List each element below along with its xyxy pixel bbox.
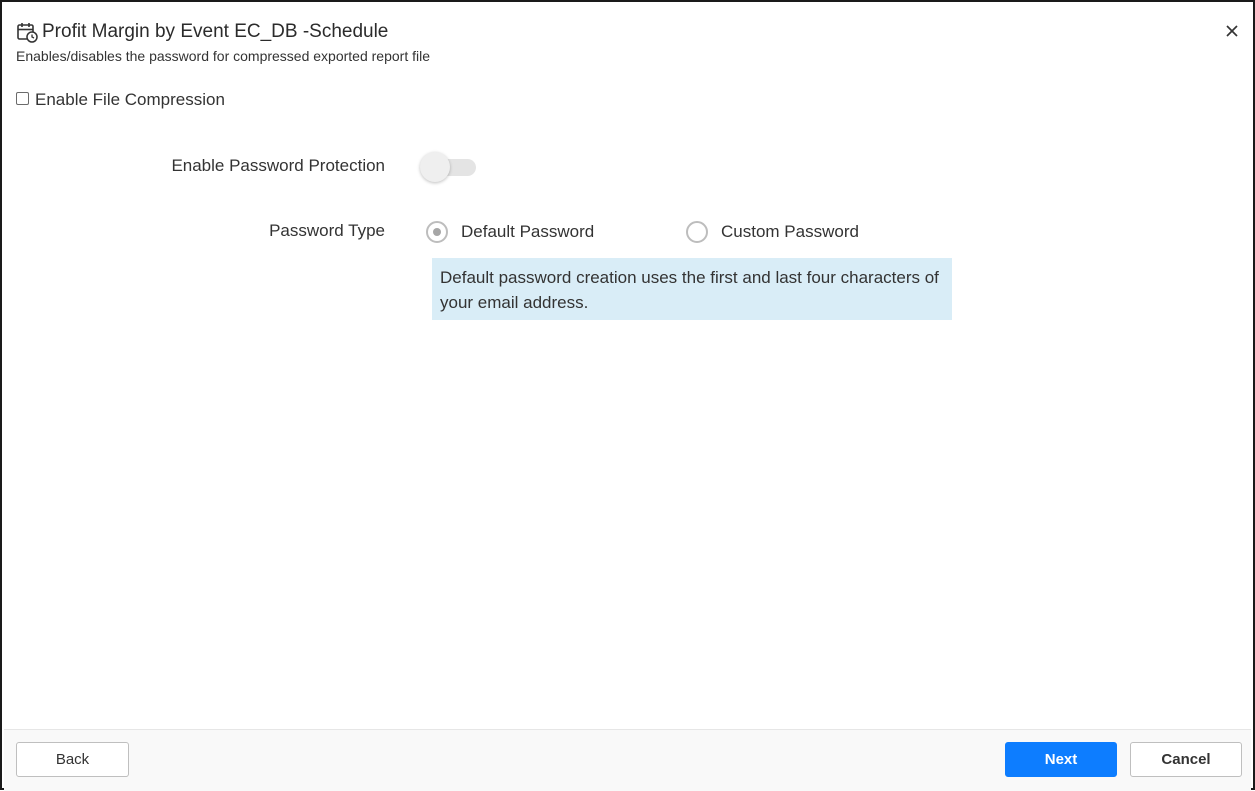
compression-label: Enable File Compression — [35, 90, 225, 109]
radio-default-password[interactable]: Default Password — [426, 221, 594, 243]
compression-checkbox[interactable] — [16, 91, 29, 105]
radio-button-unchecked[interactable] — [686, 221, 708, 243]
dialog-header: Profit Margin by Event EC_DB -Schedule — [16, 21, 388, 43]
dialog-subtitle: Enables/disables the password for compre… — [16, 48, 430, 64]
next-button[interactable]: Next — [1005, 742, 1117, 777]
close-icon[interactable] — [1223, 22, 1241, 40]
password-protection-label: Enable Password Protection — [171, 156, 385, 175]
radio-label-default-password: Default Password — [461, 222, 595, 241]
enable-file-compression: Enable File Compression — [16, 90, 225, 110]
password-type-label: Password Type — [269, 221, 385, 240]
back-button[interactable]: Back — [16, 742, 129, 777]
cancel-button[interactable]: Cancel — [1130, 742, 1242, 777]
dialog-footer: Back Next Cancel — [4, 729, 1251, 791]
password-protection-toggle[interactable] — [420, 152, 476, 182]
default-password-info: Default password creation uses the first… — [432, 258, 952, 320]
toggle-thumb — [420, 152, 450, 182]
radio-label-custom-password: Custom Password — [721, 222, 859, 241]
schedule-dialog: Profit Margin by Event EC_DB -Schedule E… — [0, 0, 1255, 791]
calendar-clock-icon — [16, 21, 38, 43]
radio-custom-password[interactable]: Custom Password — [686, 221, 859, 243]
dialog-title: Profit Margin by Event EC_DB -Schedule — [42, 21, 389, 42]
radio-button-checked[interactable] — [426, 221, 448, 243]
